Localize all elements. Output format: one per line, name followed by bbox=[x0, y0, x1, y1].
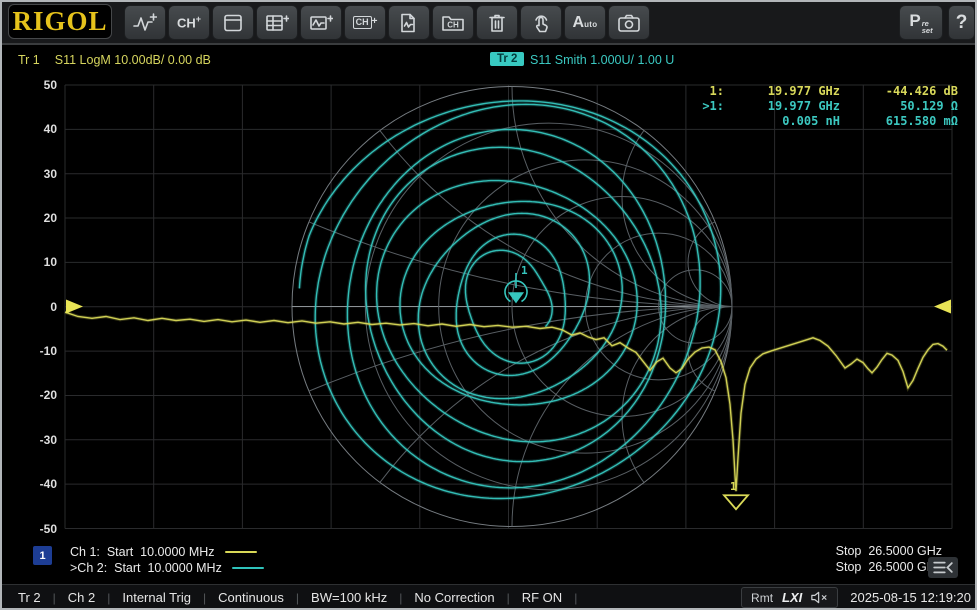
speaker-muted-icon[interactable] bbox=[811, 591, 828, 604]
status-item-no-correction[interactable]: No Correction bbox=[414, 590, 494, 605]
trace1-logm bbox=[65, 312, 947, 491]
window-icon bbox=[222, 13, 244, 33]
menu-collapse-button[interactable] bbox=[928, 557, 958, 578]
window-indicator[interactable]: 1 bbox=[33, 546, 52, 565]
measure-setup-button[interactable] bbox=[256, 5, 298, 40]
datetime: 2025-08-15 12:19:20 bbox=[850, 590, 971, 605]
chart-window-plus-icon bbox=[309, 13, 333, 33]
waveform-plus-icon bbox=[133, 13, 157, 33]
status-separator: | bbox=[203, 591, 206, 605]
remote-indicator: Rmt bbox=[751, 591, 773, 605]
folder-ch-icon: CH bbox=[441, 13, 465, 33]
marker-readout: 1:19.977 GHz-44.426 dB>1:19.977 GHz50.12… bbox=[688, 84, 958, 129]
marker-row: >1:19.977 GHz50.129 Ω bbox=[688, 99, 958, 114]
lxi-indicator: LXI bbox=[782, 590, 802, 605]
save-trace-button[interactable] bbox=[388, 5, 430, 40]
y-axis-label: -30 bbox=[0, 433, 57, 447]
preset-button[interactable]: Preset bbox=[899, 5, 943, 40]
y-axis-label: 20 bbox=[0, 211, 57, 225]
svg-text:1: 1 bbox=[730, 480, 737, 493]
y-axis-label: -40 bbox=[0, 477, 57, 491]
toolbar: RIGOL CH+ CH + CH bbox=[0, 0, 977, 45]
y-axis-label: 50 bbox=[0, 78, 57, 92]
marker-row: 1:19.977 GHz-44.426 dB bbox=[688, 84, 958, 99]
y-axis-label: -10 bbox=[0, 344, 57, 358]
y-axis-label: 0 bbox=[0, 300, 57, 314]
y-axis-label: 30 bbox=[0, 167, 57, 181]
trace-color-swatch bbox=[232, 567, 264, 570]
document-trace-icon bbox=[397, 13, 421, 33]
menu-collapse-icon bbox=[932, 560, 954, 575]
status-item-internal-trig[interactable]: Internal Trig bbox=[122, 590, 191, 605]
touch-button[interactable] bbox=[520, 5, 562, 40]
marker-row: 0.005 nH615.580 mΩ bbox=[688, 114, 958, 129]
preset-icon: Preset bbox=[909, 11, 932, 35]
status-separator: | bbox=[507, 591, 510, 605]
status-item-ch-2[interactable]: Ch 2 bbox=[68, 590, 95, 605]
help-icon: ? bbox=[956, 12, 968, 34]
trace1-id: Tr 1 bbox=[18, 53, 40, 67]
help-button[interactable]: ? bbox=[948, 5, 975, 40]
trace2-detail[interactable]: S11 Smith 1.000U/ 1.00 U bbox=[530, 53, 674, 67]
status-bar: Tr 2 | Ch 2 | Internal Trig | Continuous | BW=10… bbox=[0, 584, 977, 610]
status-items: Tr 2 | Ch 2 | Internal Trig | Continuous | BW=10… bbox=[0, 590, 589, 605]
status-right: Rmt LXI 2025-08-15 12:19:20 bbox=[741, 585, 971, 610]
add-trace-window-button[interactable] bbox=[300, 5, 342, 40]
trace1-detail: S11 LogM 10.00dB/ 0.00 dB bbox=[55, 53, 211, 67]
y-axis-label: -20 bbox=[0, 388, 57, 402]
screenshot-button[interactable] bbox=[608, 5, 650, 40]
status-separator: | bbox=[399, 591, 402, 605]
status-separator: | bbox=[107, 591, 110, 605]
svg-text:CH: CH bbox=[447, 20, 459, 29]
channel-row[interactable]: Ch 1: Start 10.0000 MHz bbox=[70, 544, 257, 560]
ref-level-triangle-left bbox=[66, 300, 83, 314]
add-channel-window-button[interactable]: CH + bbox=[344, 5, 386, 40]
status-item-rf-on[interactable]: RF ON bbox=[522, 590, 562, 605]
auto-scale-button[interactable]: Auto bbox=[564, 5, 606, 40]
status-separator: | bbox=[574, 591, 577, 605]
channel-row[interactable]: >Ch 2: Start 10.0000 MHz bbox=[70, 560, 264, 576]
y-axis-label: 40 bbox=[0, 122, 57, 136]
add-channel-button[interactable]: CH+ bbox=[168, 5, 210, 40]
ch-plus-text-icon: CH+ bbox=[177, 14, 201, 30]
delete-button[interactable] bbox=[476, 5, 518, 40]
y-axis-label: 10 bbox=[0, 255, 57, 269]
rigol-logo: RIGOL bbox=[8, 4, 112, 39]
auto-text-icon: Auto bbox=[573, 14, 598, 32]
trash-icon bbox=[486, 13, 508, 33]
status-item-bw-100-khz[interactable]: BW=100 kHz bbox=[311, 590, 387, 605]
status-separator: | bbox=[53, 591, 56, 605]
status-separator: | bbox=[296, 591, 299, 605]
trace-color-swatch bbox=[225, 551, 257, 554]
svg-text:1: 1 bbox=[521, 264, 528, 277]
status-item-continuous[interactable]: Continuous bbox=[218, 590, 284, 605]
trace1-header[interactable]: Tr 1 S11 LogM 10.00dB/ 0.00 dB bbox=[18, 53, 211, 67]
add-trace-button[interactable] bbox=[124, 5, 166, 40]
channel-stop: Stop 26.5000 GHz bbox=[836, 560, 942, 574]
ref-level-triangle-right bbox=[934, 300, 951, 314]
touch-icon bbox=[530, 13, 552, 33]
remote-chip: Rmt LXI bbox=[741, 587, 838, 608]
table-plus-icon bbox=[265, 13, 289, 33]
recall-channel-button[interactable]: CH bbox=[432, 5, 474, 40]
ch-box-plus-icon: CH + bbox=[353, 16, 378, 29]
camera-icon bbox=[617, 13, 641, 33]
status-item-tr-2[interactable]: Tr 2 bbox=[18, 590, 41, 605]
y-axis-label: -50 bbox=[0, 522, 57, 536]
trace2-badge[interactable]: Tr 2 bbox=[490, 52, 524, 66]
window-layout-button[interactable] bbox=[212, 5, 254, 40]
channel-stop: Stop 26.5000 GHz bbox=[836, 544, 942, 558]
